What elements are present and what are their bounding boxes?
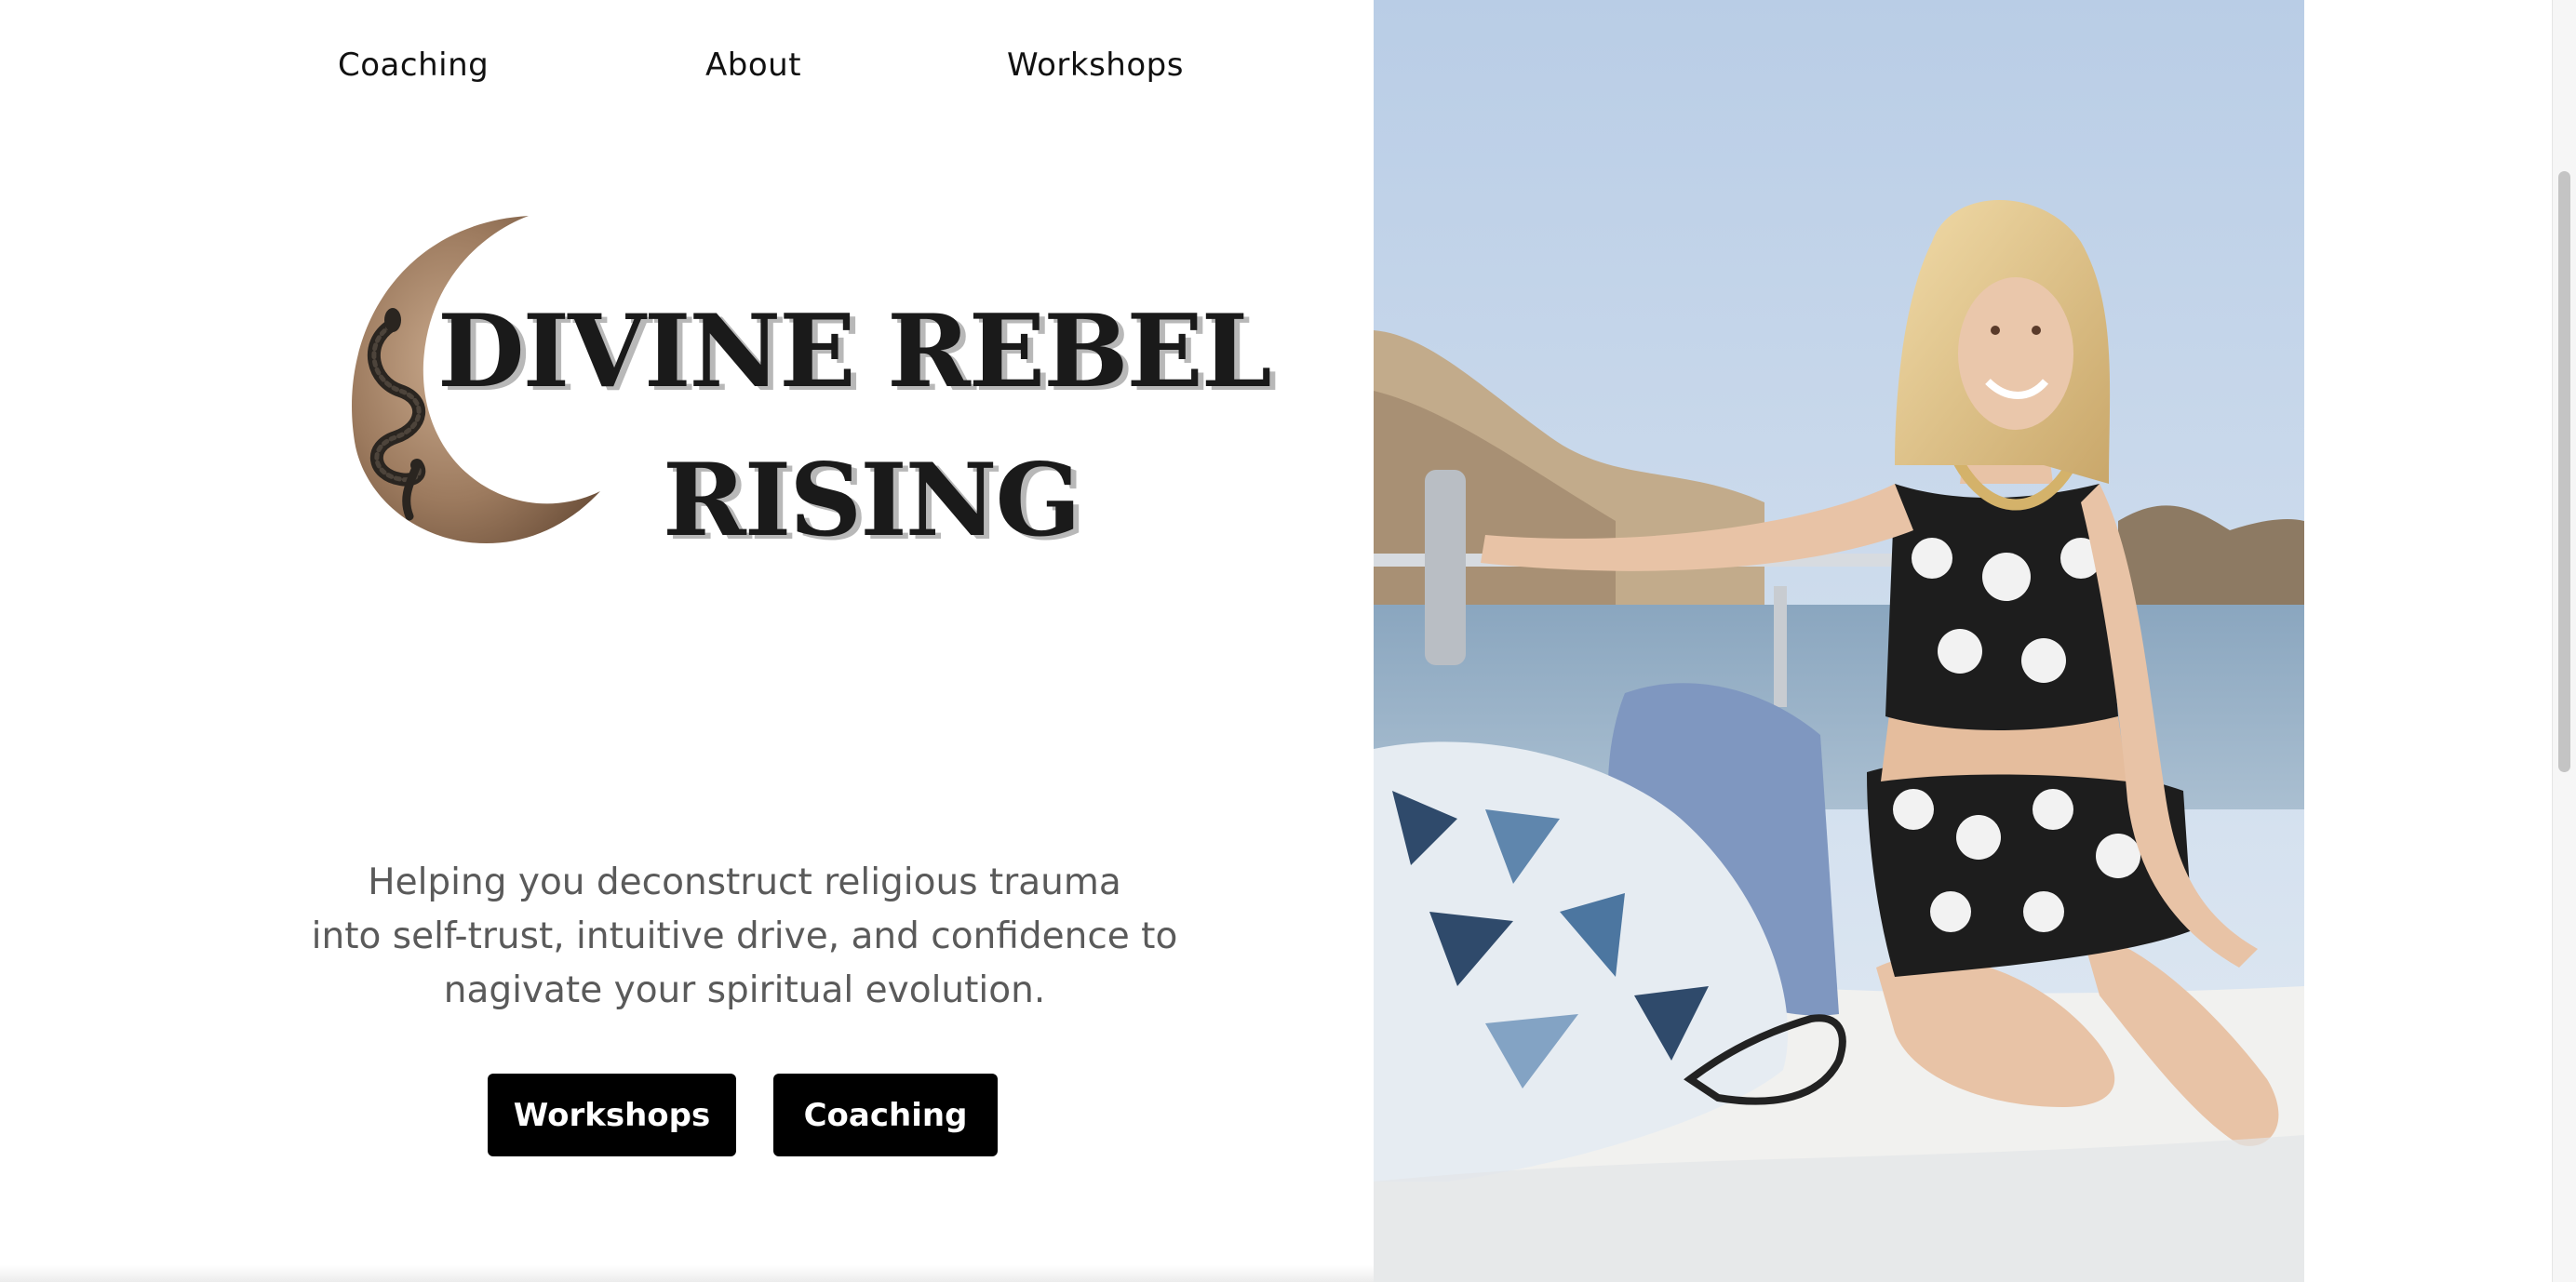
hero-tagline: Helping you deconstruct religious trauma… (307, 856, 1182, 1018)
bottom-edge-shadow (0, 1265, 1374, 1282)
brand-logo: DIVINE REBEL RISING (335, 195, 1272, 568)
nav-coaching[interactable]: Coaching (338, 47, 489, 84)
workshops-button[interactable]: Workshops (488, 1074, 736, 1156)
tagline-line-1: Helping you deconstruct religious trauma (368, 861, 1121, 903)
hero-photo (1374, 0, 2304, 1282)
tagline-line-2: into self-trust, intuitive drive, and co… (311, 915, 1178, 957)
tagline-line-3: nagivate your spiritual evolution. (443, 969, 1046, 1011)
hero-photo-image (1374, 0, 2304, 1282)
nav-about[interactable]: About (705, 47, 801, 84)
logo-line-1: DIVINE REBEL (437, 293, 1272, 410)
scrollbar-thumb[interactable] (2558, 171, 2570, 772)
coaching-button[interactable]: Coaching (773, 1074, 998, 1156)
logo-line-2: RISING (663, 442, 1081, 559)
nav-workshops[interactable]: Workshops (1007, 47, 1184, 84)
